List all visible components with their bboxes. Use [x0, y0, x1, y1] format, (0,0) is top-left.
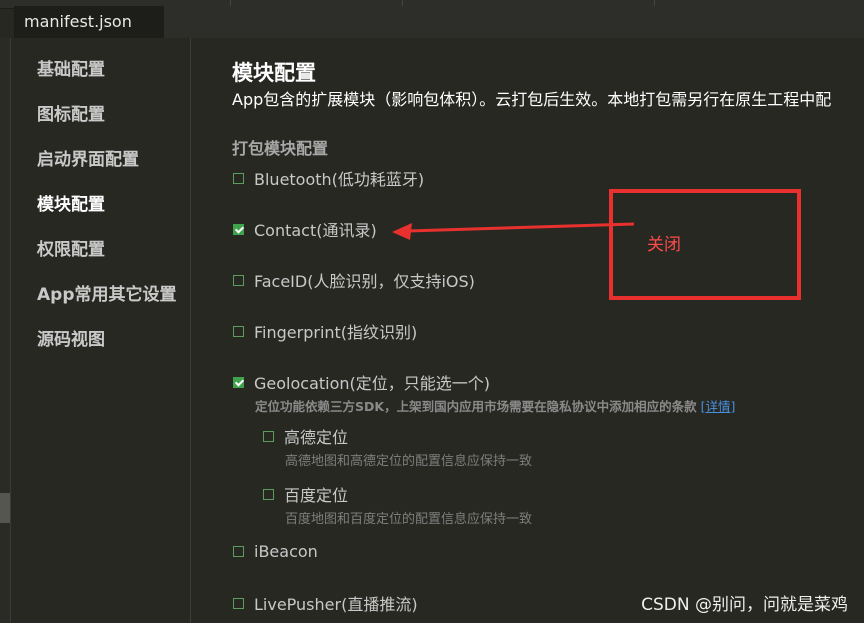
module-settings-panel: 模块配置 App包含的扩展模块（影响包体积）。云打包后生效。本地打包需另行在原生…: [192, 38, 864, 623]
checkbox[interactable]: [233, 545, 244, 557]
sidebar-item-icons[interactable]: 图标配置: [37, 100, 105, 125]
module-fingerprint[interactable]: Fingerprint(指纹识别): [233, 320, 417, 342]
page-description: App包含的扩展模块（影响包体积）。云打包后生效。本地打包需另行在原生工程中配: [232, 90, 832, 109]
module-faceid[interactable]: FaceID(人脸识别，仅支持iOS): [233, 269, 475, 291]
sidebar-item-basic[interactable]: 基础配置: [37, 55, 105, 80]
checkbox[interactable]: [233, 274, 244, 286]
details-link[interactable]: [详情]: [701, 399, 736, 414]
module-bluetooth[interactable]: Bluetooth(低功耗蓝牙): [233, 167, 424, 189]
checkbox[interactable]: [263, 488, 274, 500]
annotation-label: 关闭: [647, 235, 681, 255]
checkbox[interactable]: [233, 172, 244, 184]
sidebar-item-splash[interactable]: 启动界面配置: [37, 145, 139, 170]
sidebar-item-app-other[interactable]: App常用其它设置: [37, 280, 177, 305]
module-label: LivePusher(直播推流): [254, 595, 418, 614]
checkbox[interactable]: [233, 376, 244, 388]
checkbox[interactable]: [233, 223, 244, 235]
section-title: 打包模块配置: [232, 139, 329, 158]
checkbox[interactable]: [233, 597, 244, 609]
settings-sidebar: 基础配置 图标配置 启动界面配置 模块配置 权限配置 App常用其它设置 源码视…: [10, 38, 191, 623]
provider-label: 高德定位: [284, 428, 349, 447]
editor-tab-manifest[interactable]: manifest.json: [14, 6, 164, 38]
module-label: Fingerprint(指纹识别): [254, 323, 418, 342]
provider-description: 百度地图和百度定位的配置信息应保持一致: [285, 512, 533, 527]
module-geolocation[interactable]: Geolocation(定位，只能选一个): [233, 371, 490, 393]
geolocation-provider-baidu[interactable]: 百度定位: [263, 484, 349, 505]
annotation-arrow-icon: [392, 222, 635, 240]
module-label: Bluetooth(低功耗蓝牙): [254, 170, 425, 189]
gutter-scroll-marker[interactable]: [0, 493, 10, 523]
module-contact[interactable]: Contact(通讯录): [233, 218, 377, 240]
page-title: 模块配置: [232, 61, 316, 85]
provider-description: 高德地图和高德定位的配置信息应保持一致: [285, 454, 533, 469]
annotation-box: [609, 189, 801, 300]
geolocation-note-text: 定位功能依赖三方SDK，上架到国内应用市场需要在隐私协议中添加相应的条款: [255, 399, 697, 414]
module-label: Contact(通讯录): [254, 221, 377, 240]
module-livepusher[interactable]: LivePusher(直播推流): [233, 592, 418, 614]
provider-label: 百度定位: [284, 486, 349, 505]
geolocation-note: 定位功能依赖三方SDK，上架到国内应用市场需要在隐私协议中添加相应的条款 [详情]: [255, 396, 735, 415]
module-ibeacon[interactable]: iBeacon: [233, 540, 318, 562]
checkbox[interactable]: [233, 325, 244, 337]
geolocation-provider-amap[interactable]: 高德定位: [263, 426, 349, 447]
sidebar-item-source-view[interactable]: 源码视图: [37, 325, 105, 350]
tab-strip: [164, 6, 864, 38]
checkbox[interactable]: [263, 430, 274, 442]
module-label: FaceID(人脸识别，仅支持iOS): [254, 272, 475, 291]
sidebar-item-modules[interactable]: 模块配置: [37, 190, 105, 215]
sidebar-item-permissions[interactable]: 权限配置: [37, 235, 105, 260]
module-label: Geolocation(定位，只能选一个): [254, 374, 491, 393]
watermark: CSDN @别问，问就是菜鸡: [641, 595, 848, 615]
module-label: iBeacon: [254, 541, 318, 561]
